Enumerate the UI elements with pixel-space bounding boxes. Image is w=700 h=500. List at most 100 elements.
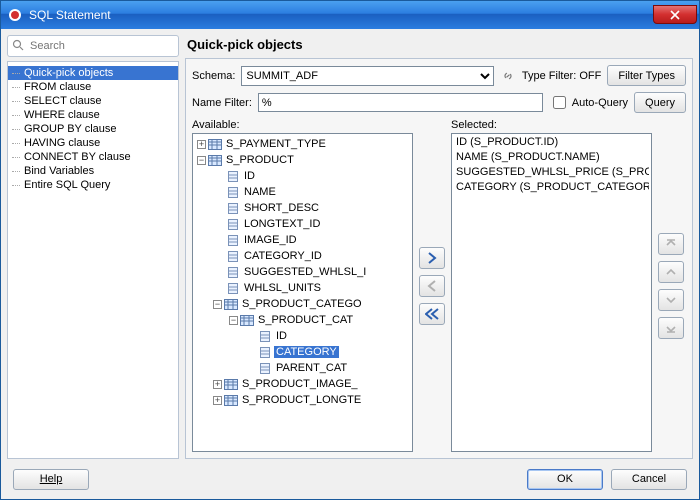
tree-row[interactable]: NAME: [195, 184, 410, 200]
expand-icon[interactable]: +: [197, 140, 206, 149]
column-icon: [258, 362, 272, 374]
ok-button[interactable]: OK: [527, 469, 603, 490]
selected-item[interactable]: CATEGORY (S_PRODUCT_CATEGORI: [454, 181, 649, 196]
column-icon: [226, 202, 240, 214]
move-up-button[interactable]: [658, 261, 684, 283]
remove-all-button[interactable]: [419, 303, 445, 325]
schema-select[interactable]: SUMMIT_ADF: [241, 66, 493, 86]
table-icon: [224, 394, 238, 406]
selected-item[interactable]: NAME (S_PRODUCT.NAME): [454, 151, 649, 166]
tree-row[interactable]: SHORT_DESC: [195, 200, 410, 216]
move-down-button[interactable]: [658, 289, 684, 311]
tree-row[interactable]: − S_PRODUCT_CATEGO: [195, 296, 410, 312]
nav-item[interactable]: CONNECT BY clause: [8, 150, 178, 164]
column-icon: [226, 186, 240, 198]
tree-row[interactable]: ID: [195, 328, 410, 344]
left-column: Quick-pick objectsFROM clauseSELECT clau…: [7, 35, 179, 459]
selected-list[interactable]: ID (S_PRODUCT.ID)NAME (S_PRODUCT.NAME)SU…: [452, 134, 651, 451]
tree-label: S_PRODUCT_CATEGO: [240, 298, 364, 310]
remove-button[interactable]: [419, 275, 445, 297]
tree-row[interactable]: −S_PRODUCT: [195, 152, 410, 168]
close-button[interactable]: [653, 5, 697, 24]
cancel-button[interactable]: Cancel: [611, 469, 687, 490]
name-filter-label: Name Filter:: [192, 97, 252, 109]
move-top-button[interactable]: [658, 233, 684, 255]
collapse-icon[interactable]: −: [213, 300, 222, 309]
tree-label: CATEGORY_ID: [242, 250, 324, 262]
tree-label: PARENT_CAT: [274, 362, 349, 374]
nav-item[interactable]: Entire SQL Query: [8, 178, 178, 192]
nav-list[interactable]: Quick-pick objectsFROM clauseSELECT clau…: [7, 61, 179, 459]
table-icon: [224, 298, 238, 310]
selected-item[interactable]: SUGGESTED_WHLSL_PRICE (S_PROD: [454, 166, 649, 181]
table-icon: [224, 378, 238, 390]
nav-item[interactable]: HAVING clause: [8, 136, 178, 150]
nav-item[interactable]: Quick-pick objects: [8, 66, 178, 80]
collapse-icon[interactable]: −: [229, 316, 238, 325]
nav-item[interactable]: FROM clause: [8, 80, 178, 94]
tree-row[interactable]: +S_PAYMENT_TYPE: [195, 136, 410, 152]
tree-label: NAME: [242, 186, 278, 198]
tree-label: S_PRODUCT_CAT: [256, 314, 355, 326]
filter-types-button[interactable]: Filter Types: [607, 65, 686, 86]
selected-listbox: ID (S_PRODUCT.ID)NAME (S_PRODUCT.NAME)SU…: [451, 133, 652, 452]
shuttle-buttons: [417, 119, 447, 452]
tree-row[interactable]: + S_PRODUCT_LONGTE: [195, 392, 410, 408]
tree-row[interactable]: SUGGESTED_WHLSL_I: [195, 264, 410, 280]
expand-icon[interactable]: +: [213, 380, 222, 389]
name-filter-input[interactable]: [258, 93, 543, 112]
column-icon: [226, 266, 240, 278]
tree-row[interactable]: CATEGORY_ID: [195, 248, 410, 264]
tree-label: ID: [242, 170, 257, 182]
dialog-body: Quick-pick objectsFROM clauseSELECT clau…: [1, 29, 699, 459]
available-column: Available: +S_PAYMENT_TYPE−S_PRODUCT ID NA…: [192, 119, 413, 452]
table-icon: [208, 138, 222, 150]
type-filter-text: Type Filter: OFF: [522, 70, 601, 82]
reorder-buttons: [656, 119, 686, 452]
expand-icon[interactable]: +: [213, 396, 222, 405]
column-icon: [226, 218, 240, 230]
nav-item[interactable]: WHERE clause: [8, 108, 178, 122]
tree-row[interactable]: IMAGE_ID: [195, 232, 410, 248]
auto-query-input[interactable]: [553, 96, 566, 109]
tree-label: SHORT_DESC: [242, 202, 321, 214]
dialog-footer: Help OK Cancel: [1, 459, 699, 499]
tree-row[interactable]: ID: [195, 168, 410, 184]
available-tree[interactable]: +S_PAYMENT_TYPE−S_PRODUCT ID NAME SHORT_DES…: [193, 134, 412, 451]
tree-label: WHLSL_UNITS: [242, 282, 323, 294]
titlebar[interactable]: SQL Statement: [1, 1, 699, 29]
link-icon[interactable]: [500, 68, 516, 84]
right-column: Quick-pick objects Schema: SUMMIT_ADF Ty…: [185, 35, 693, 459]
add-button[interactable]: [419, 247, 445, 269]
tree-label: S_PRODUCT_IMAGE_: [240, 378, 360, 390]
tree-row[interactable]: + S_PRODUCT_IMAGE_: [195, 376, 410, 392]
window-title: SQL Statement: [29, 8, 653, 22]
collapse-icon[interactable]: −: [197, 156, 206, 165]
nav-item[interactable]: Bind Variables: [8, 164, 178, 178]
schema-label: Schema:: [192, 70, 235, 82]
nav-item[interactable]: GROUP BY clause: [8, 122, 178, 136]
tree-row[interactable]: PARENT_CAT: [195, 360, 410, 376]
dialog-window: SQL Statement Quick-pick objectsFROM cla…: [0, 0, 700, 500]
tree-label: S_PRODUCT_LONGTE: [240, 394, 363, 406]
nav-item[interactable]: SELECT clause: [8, 94, 178, 108]
selected-label: Selected:: [451, 119, 652, 133]
tree-row[interactable]: − S_PRODUCT_CAT: [195, 312, 410, 328]
tree-label: CATEGORY: [274, 346, 339, 358]
tree-label: SUGGESTED_WHLSL_I: [242, 266, 368, 278]
table-icon: [208, 154, 222, 166]
help-button[interactable]: Help: [13, 469, 89, 490]
panel: Schema: SUMMIT_ADF Type Filter: OFF Filt…: [185, 58, 693, 459]
section-title: Quick-pick objects: [185, 35, 693, 58]
available-label: Available:: [192, 119, 413, 133]
tree-row[interactable]: LONGTEXT_ID: [195, 216, 410, 232]
search-input[interactable]: [28, 39, 174, 53]
selected-item[interactable]: ID (S_PRODUCT.ID): [454, 136, 649, 151]
tree-label: LONGTEXT_ID: [242, 218, 322, 230]
auto-query-checkbox[interactable]: Auto-Query: [549, 93, 628, 112]
query-button[interactable]: Query: [634, 92, 686, 113]
tree-row[interactable]: CATEGORY: [195, 344, 410, 360]
schema-row: Schema: SUMMIT_ADF Type Filter: OFF Filt…: [192, 65, 686, 86]
move-bottom-button[interactable]: [658, 317, 684, 339]
tree-row[interactable]: WHLSL_UNITS: [195, 280, 410, 296]
